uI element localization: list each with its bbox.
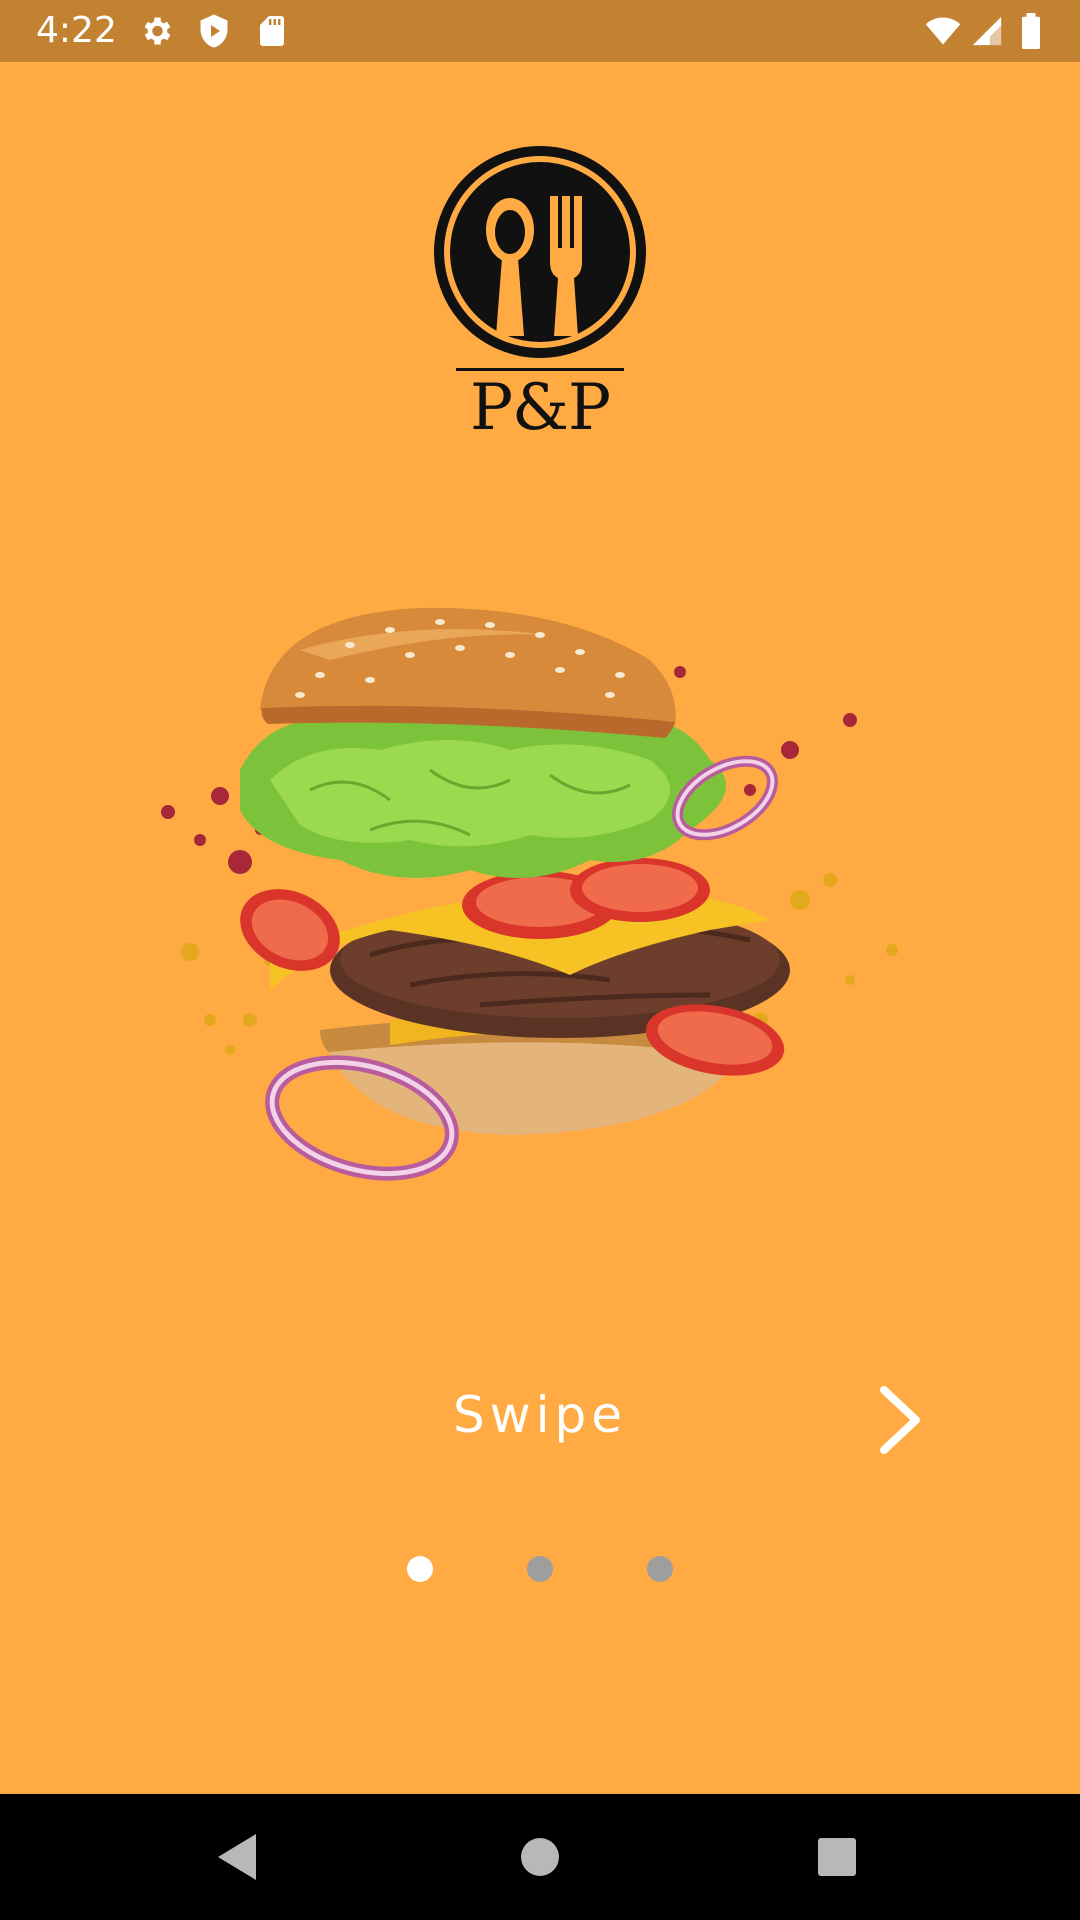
battery-icon: [1022, 13, 1040, 49]
page-dot-2[interactable]: [527, 1556, 553, 1582]
sd-card-icon: [260, 16, 284, 46]
status-bar: 4:22: [0, 0, 1080, 62]
wifi-icon: [925, 17, 961, 45]
swipe-row: Swipe: [0, 1380, 1080, 1460]
page-dot-3[interactable]: [647, 1556, 673, 1582]
signal-icon: [972, 16, 1002, 46]
burger-illustration: [161, 607, 898, 1181]
status-time: 4:22: [36, 10, 117, 51]
page-indicator: [0, 1556, 1080, 1584]
app-logo: P&P: [428, 140, 652, 444]
gear-icon: [144, 17, 171, 45]
back-icon[interactable]: [204, 1824, 270, 1890]
spoon-fork-icon: [434, 146, 646, 358]
chevron-right-icon[interactable]: [872, 1380, 928, 1460]
recents-icon[interactable]: [804, 1824, 870, 1890]
onboarding-screen: 4:22 P&P Swipe: [0, 0, 1080, 1920]
navigation-bar: [0, 1794, 1080, 1920]
shield-play-icon: [200, 14, 228, 48]
home-icon[interactable]: [507, 1824, 573, 1890]
page-dot-1[interactable]: [407, 1556, 433, 1582]
logo-text: P&P: [469, 371, 611, 445]
